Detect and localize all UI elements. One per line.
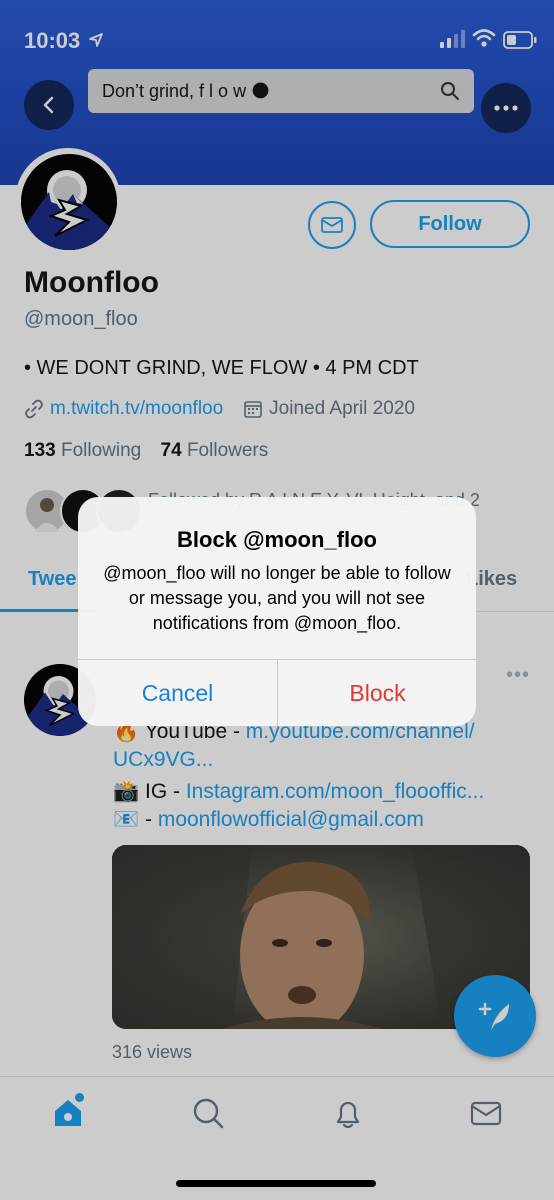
cancel-button[interactable]: Cancel bbox=[78, 660, 277, 726]
alert-title: Block @moon_floo bbox=[177, 527, 377, 552]
home-indicator[interactable] bbox=[176, 1180, 376, 1187]
block-button[interactable]: Block bbox=[278, 660, 476, 726]
alert-message: @moon_floo will no longer be able to fol… bbox=[103, 563, 451, 633]
block-confirmation-alert: Block @moon_floo @moon_floo will no long… bbox=[78, 497, 476, 726]
screen: 10:03 Don’t grind, f l o w 🌑 Follow Moon… bbox=[0, 0, 554, 1200]
